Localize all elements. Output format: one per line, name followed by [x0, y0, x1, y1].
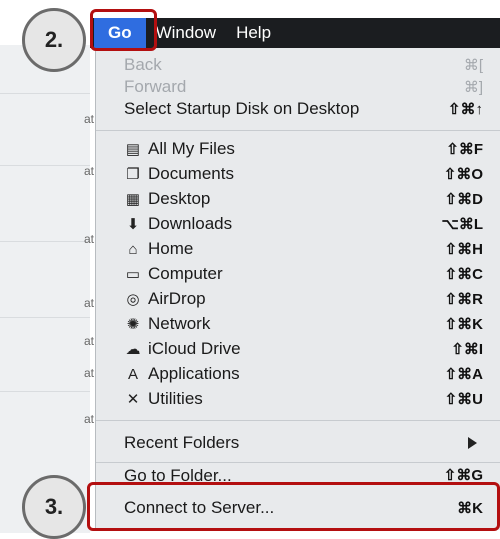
downloads-icon: ⬇ — [126, 216, 140, 233]
menu-item-airdrop[interactable]: ◎ AirDrop ⇧⌘R — [96, 286, 500, 312]
background-text: at — [84, 412, 95, 426]
airdrop-icon: ◎ — [126, 291, 140, 308]
menu-item-utilities[interactable]: ✕ Utilities ⇧⌘U — [96, 386, 500, 412]
menu-item-label: AirDrop — [148, 289, 206, 308]
menu-item-label: Go to Folder... — [124, 466, 232, 482]
background-text: at — [84, 334, 95, 348]
network-icon: ✺ — [126, 316, 140, 333]
connect-to-server-highlight-box — [87, 482, 500, 531]
menu-item-shortcut: ⌘[ — [463, 57, 483, 74]
computer-icon: ▭ — [125, 266, 141, 283]
menu-item-shortcut: ⇧⌘R — [444, 291, 483, 308]
menu-item-applications[interactable]: A Applications ⇧⌘A — [96, 361, 500, 387]
menu-item-shortcut: ⇧⌘A — [444, 366, 483, 383]
menu-item-shortcut: ⇧⌘K — [444, 316, 483, 333]
utilities-icon: ✕ — [126, 391, 140, 408]
background-divider — [0, 93, 90, 94]
go-dropdown-menu: Back ⌘[ Forward ⌘] Select Startup Disk o… — [95, 48, 500, 530]
background-divider — [0, 391, 90, 392]
menu-item-label: Network — [148, 314, 211, 333]
menu-item-network[interactable]: ✺ Network ⇧⌘K — [96, 311, 500, 337]
menu-item-label: Downloads — [148, 214, 233, 233]
menu-item-shortcut: ⇧⌘H — [444, 241, 483, 258]
step-3-callout: 3. — [22, 475, 86, 539]
menu-item-label: Home — [148, 239, 194, 258]
menu-item-label: Applications — [148, 364, 240, 383]
menu-item-label: iCloud Drive — [148, 339, 241, 358]
help-menu[interactable]: Help — [226, 18, 281, 48]
menu-item-shortcut: ⇧⌘F — [446, 141, 483, 158]
menu-item-shortcut: ⇧⌘I — [451, 341, 483, 358]
menu-item-desktop[interactable]: ▦ Desktop ⇧⌘D — [96, 186, 500, 212]
applications-icon: A — [127, 365, 138, 383]
menu-item-icloud-drive[interactable]: ☁ iCloud Drive ⇧⌘I — [96, 336, 500, 362]
submenu-arrow-icon — [468, 437, 477, 449]
menu-item-shortcut: ⇧⌘O — [443, 166, 483, 183]
menu-item-documents[interactable]: ❐ Documents ⇧⌘O — [96, 161, 500, 187]
icloud-icon: ☁ — [125, 341, 141, 358]
menu-item-label: Forward — [124, 77, 187, 96]
menu-item-label: Utilities — [148, 389, 203, 408]
background-window — [0, 45, 90, 533]
menu-item-label: Back — [124, 55, 162, 74]
menu-item-select-startup-disk[interactable]: Select Startup Disk on Desktop ⇧⌘↑ — [96, 96, 500, 122]
menu-item-all-my-files[interactable]: ▤ All My Files ⇧⌘F — [96, 136, 500, 162]
menu-item-recent-folders[interactable]: Recent Folders — [96, 430, 500, 456]
background-divider — [0, 165, 90, 166]
menu-item-shortcut: ⌥⌘L — [441, 216, 483, 233]
menu-item-label: Recent Folders — [124, 433, 240, 452]
go-menu-highlight-box — [90, 9, 157, 51]
background-divider — [0, 317, 90, 318]
menu-item-computer[interactable]: ▭ Computer ⇧⌘C — [96, 261, 500, 287]
menu-item-label: Computer — [148, 264, 223, 283]
menu-item-shortcut: ⇧⌘U — [444, 391, 483, 408]
menu-item-label: All My Files — [148, 139, 235, 158]
all-files-icon: ▤ — [125, 141, 141, 158]
menu-separator — [96, 130, 500, 131]
window-menu[interactable]: Window — [146, 18, 226, 48]
menu-item-go-to-folder[interactable]: Go to Folder... ⇧⌘G — [96, 466, 500, 482]
background-text: at — [84, 164, 95, 178]
menu-separator — [96, 420, 500, 421]
menu-separator — [96, 462, 500, 463]
menu-item-label: Desktop — [148, 189, 211, 208]
menu-item-label: Documents — [148, 164, 234, 183]
menu-item-shortcut: ⇧⌘G — [443, 467, 483, 482]
background-text: at — [84, 112, 95, 126]
menu-item-label: Select Startup Disk on Desktop — [124, 99, 360, 118]
home-icon: ⌂ — [128, 240, 138, 258]
menu-item-home[interactable]: ⌂ Home ⇧⌘H — [96, 236, 500, 262]
menu-item-shortcut: ⇧⌘C — [444, 266, 483, 283]
menu-item-shortcut: ⌘] — [463, 79, 483, 96]
menu-item-shortcut: ⇧⌘↑ — [447, 101, 483, 118]
menu-item-shortcut: ⇧⌘D — [444, 191, 483, 208]
menu-item-downloads[interactable]: ⬇ Downloads ⌥⌘L — [96, 211, 500, 237]
step-2-callout: 2. — [22, 8, 86, 72]
background-text: at — [84, 232, 95, 246]
background-text: at — [84, 366, 95, 380]
background-divider — [0, 241, 90, 242]
documents-icon: ❐ — [126, 166, 140, 183]
desktop-icon: ▦ — [125, 191, 141, 208]
background-text: at — [84, 296, 95, 310]
